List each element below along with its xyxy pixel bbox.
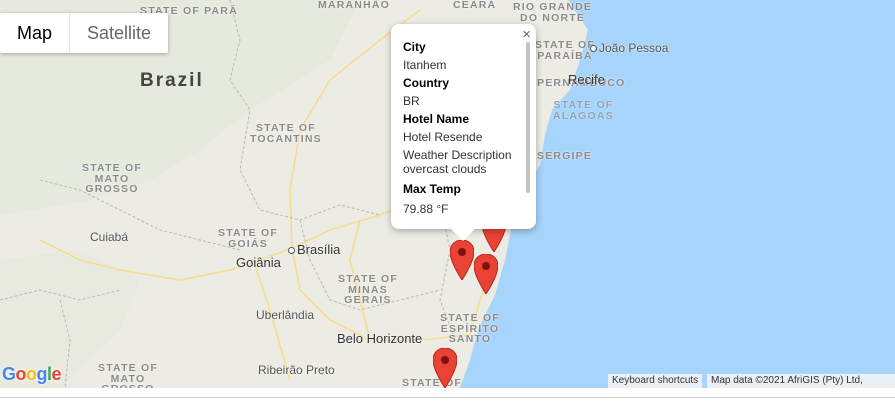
label-state-mato-grosso-south: STATE OF MATO GROSSO (98, 362, 158, 388)
label-state-paraiba: STATE OF PARAÍBA (535, 39, 595, 62)
label-state-minas-gerais: STATE OF MINAS GERAIS (338, 273, 398, 306)
label-ribeirao-preto: Ribeirão Preto (258, 363, 335, 377)
map-marker[interactable] (450, 240, 474, 280)
label-maranhao: MARANHÃO (318, 0, 391, 11)
weather-description-value: overcast clouds (403, 162, 487, 176)
label-state-mato-grosso: STATE OF MATO GROSSO (82, 162, 142, 195)
label-state-goias: STATE OF GOIÁS (218, 227, 278, 250)
label-sergipe: SERGIPE (537, 150, 593, 162)
info-window-content: City Itanhem Country BR Hotel Name Hotel… (403, 38, 512, 218)
info-window: × City Itanhem Country BR Hotel Name Hot… (391, 24, 536, 241)
label-belo-horizonte: Belo Horizonte (337, 331, 423, 346)
max-temp-value: 79.88 °F (403, 202, 449, 216)
max-temp-label: Max Temp (403, 182, 461, 196)
hotel-name-value: Hotel Resende (403, 130, 483, 144)
city-label: City (403, 40, 426, 54)
map-type-satellite-button[interactable]: Satellite (69, 13, 168, 53)
label-brasilia: Brasília (288, 243, 340, 256)
map-canvas[interactable]: STATE OF PARÁ MARANHÃO CEARÁ RIO GRANDE … (0, 0, 895, 388)
label-state-alagoas: STATE OF ALAGOAS (553, 99, 614, 122)
map-data-attribution: Map data ©2021 AfriGIS (Pty) Ltd, Google (707, 374, 895, 388)
label-state-espirito-santo: STATE OF ESPÍRITO SANTO (440, 312, 500, 345)
label-joao-pessoa: João Pessoa (590, 42, 668, 54)
map-marker[interactable] (433, 348, 457, 388)
country-label: Country (403, 76, 449, 90)
page-divider (0, 397, 895, 398)
map-type-control: Map Satellite (0, 13, 169, 53)
country-value: BR (403, 94, 420, 108)
label-state-tocantins: STATE OF TOCANTINS (250, 122, 322, 145)
city-value: Itanhem (403, 58, 447, 72)
label-brazil: Brazil (140, 70, 204, 91)
label-rio-grande-do-norte: RIO GRANDE DO NORTE (513, 1, 593, 24)
label-ceara: CEARÁ (453, 0, 497, 11)
label-uberlandia: Uberlândia (256, 308, 315, 322)
label-recife: Recife (568, 72, 605, 87)
close-icon[interactable]: × (522, 26, 531, 43)
hotel-name-label: Hotel Name (403, 112, 470, 126)
info-window-scrollbar[interactable] (526, 42, 530, 193)
keyboard-shortcuts-link[interactable]: Keyboard shortcuts (608, 374, 703, 388)
google-logo[interactable]: Google (2, 364, 62, 385)
label-cuiaba: Cuiabá (90, 230, 129, 244)
map-marker[interactable] (474, 254, 498, 294)
label-goiania: Goiânia (236, 255, 281, 270)
map-type-map-button[interactable]: Map (0, 13, 69, 53)
